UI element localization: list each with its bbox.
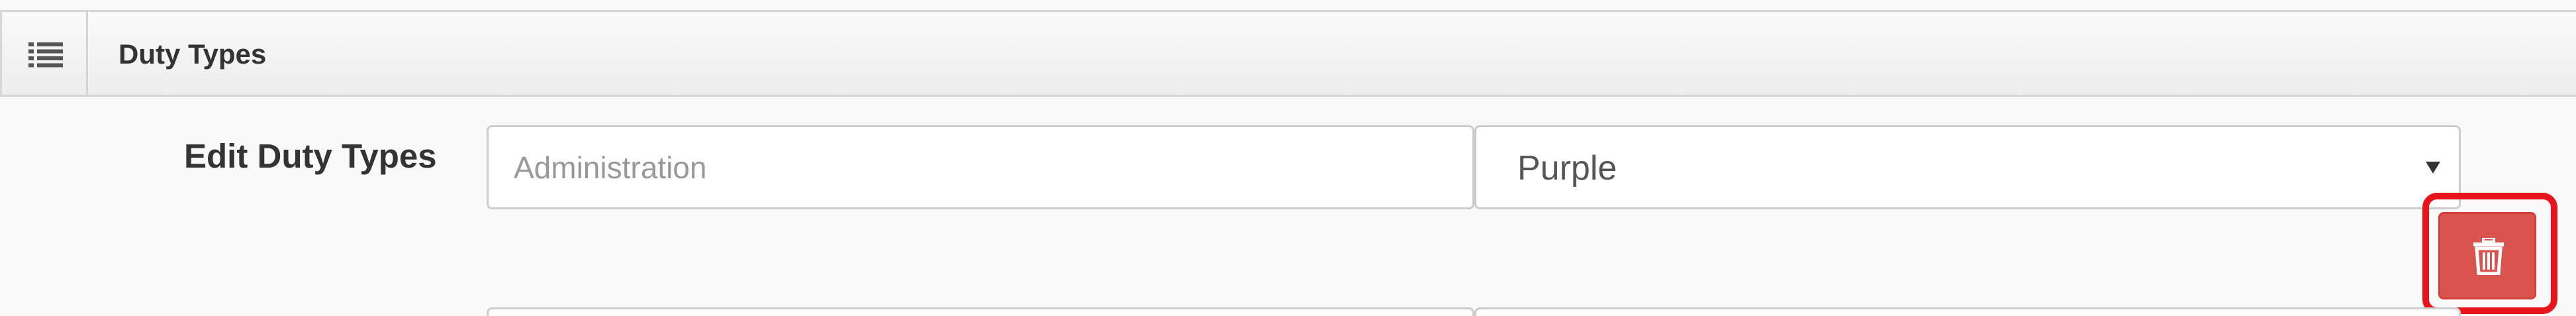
trash-icon [2473,238,2504,275]
page: Duty Types Edit Duty Types Purple [0,0,2576,316]
duty-type-name-input[interactable] [487,125,1474,209]
next-row-color-select[interactable] [1474,307,2461,316]
panel-title: Duty Types [119,38,267,70]
panel-header: Duty Types [0,10,2576,97]
chevron-down-icon [2426,162,2440,174]
list-icon [28,42,63,68]
select-selected-value: Purple [1517,149,1617,187]
delete-button[interactable] [2438,212,2536,299]
panel-header-icon-box[interactable] [2,12,88,95]
edit-duty-types-label: Edit Duty Types [184,137,437,175]
duty-type-color-select[interactable]: Purple [1474,125,2461,209]
next-row-name-input[interactable] [487,307,1474,316]
